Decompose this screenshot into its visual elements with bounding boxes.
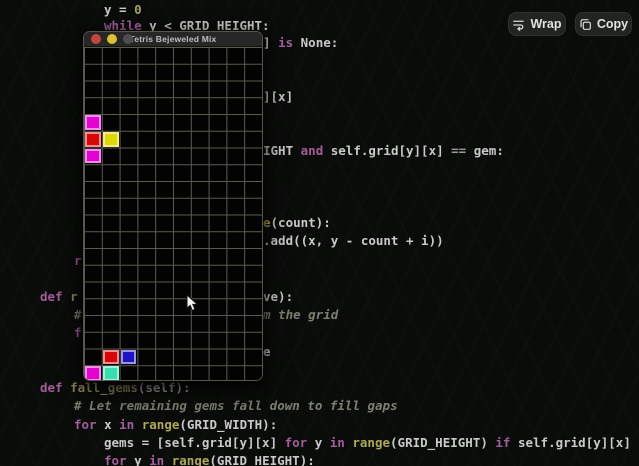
code-line: r [74, 253, 82, 268]
minimize-button[interactable] [107, 34, 117, 44]
copy-button[interactable]: Copy [575, 12, 632, 36]
gem-magenta[interactable] [85, 148, 101, 164]
code-line: .add((x, y - count + i)) [263, 233, 444, 248]
code-line: ] is None: [263, 35, 339, 50]
gem-red[interactable] [85, 131, 101, 147]
code-line: e(count): [263, 215, 331, 230]
wrap-button[interactable]: Wrap [508, 12, 566, 36]
wrap-button-label: Wrap [530, 17, 562, 31]
code-line: for y in range(GRID_HEIGHT): [104, 453, 315, 466]
game-grid[interactable] [84, 47, 262, 380]
gem-blue[interactable] [120, 349, 137, 365]
code-line: gems = [self.grid[y][x] for y in range(G… [104, 435, 631, 450]
code-line: f [74, 325, 82, 340]
code-line: def r [40, 289, 78, 304]
code-line: for x in range(GRID_WIDTH): [74, 417, 278, 432]
gem-red[interactable] [102, 349, 119, 365]
traffic-lights [91, 32, 133, 46]
code-line: ve): [263, 289, 294, 304]
window-title: Tetris Bejeweled Mix [129, 34, 217, 44]
code-line: IGHT and self.grid[y][x] == gem: [263, 143, 504, 158]
copy-icon [579, 18, 592, 31]
gem-magenta[interactable] [85, 366, 101, 380]
code-line: def fall_gems(self): [40, 380, 191, 395]
tetris-window: Tetris Bejeweled Mix [83, 31, 263, 381]
code-line: # [74, 307, 82, 322]
wrap-icon [512, 18, 525, 31]
screen: y = 0 while y < GRID_HEIGHT:] is None:][x… [0, 0, 639, 466]
code-line: e [263, 344, 271, 359]
close-button[interactable] [91, 34, 101, 44]
zoom-button[interactable] [123, 34, 133, 44]
window-titlebar[interactable]: Tetris Bejeweled Mix [84, 32, 262, 47]
copy-button-label: Copy [596, 17, 629, 31]
gem-yellow[interactable] [102, 131, 119, 147]
gem-teal[interactable] [102, 366, 119, 380]
code-line: y = 0 [104, 2, 142, 17]
code-line: m the grid [263, 307, 339, 322]
gem-magenta[interactable] [85, 115, 101, 130]
code-line: # Let remaining gems fall down to fill g… [74, 398, 398, 413]
code-line: ][x] [263, 89, 294, 104]
